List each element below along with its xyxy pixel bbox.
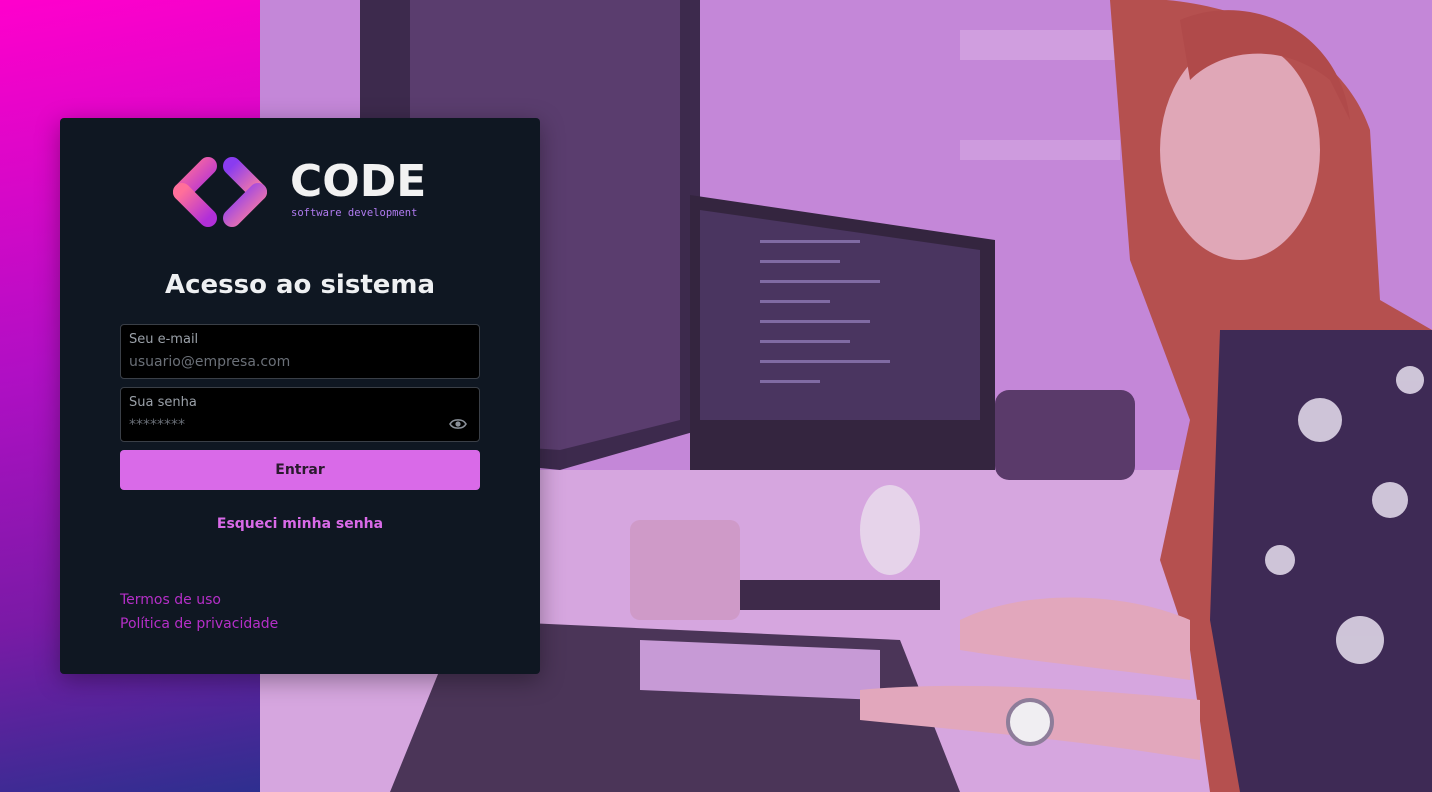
login-button[interactable]: Entrar: [120, 450, 480, 490]
password-label: Sua senha: [129, 395, 197, 410]
brand-logo: CODE software development: [170, 156, 432, 230]
brand-tagline: software development: [291, 207, 418, 219]
email-label: Seu e-mail: [129, 332, 199, 347]
email-input[interactable]: [129, 351, 429, 373]
password-input[interactable]: [129, 414, 429, 436]
footer-links: Termos de uso Política de privacidade: [120, 588, 278, 636]
login-card: CODE software development Acesso ao sist…: [60, 118, 540, 674]
page-title: Acesso ao sistema: [164, 270, 436, 300]
password-field: Sua senha: [120, 387, 480, 442]
forgot-password-link[interactable]: Esqueci minha senha: [60, 516, 540, 532]
terms-link[interactable]: Termos de uso: [120, 588, 278, 612]
brand-name: CODE: [290, 156, 427, 207]
privacy-link[interactable]: Política de privacidade: [120, 612, 278, 636]
eye-icon[interactable]: [449, 416, 467, 430]
code-brackets-icon: [173, 157, 267, 227]
login-page: CODE software development Acesso ao sist…: [0, 0, 1432, 792]
email-field: Seu e-mail: [120, 324, 480, 379]
